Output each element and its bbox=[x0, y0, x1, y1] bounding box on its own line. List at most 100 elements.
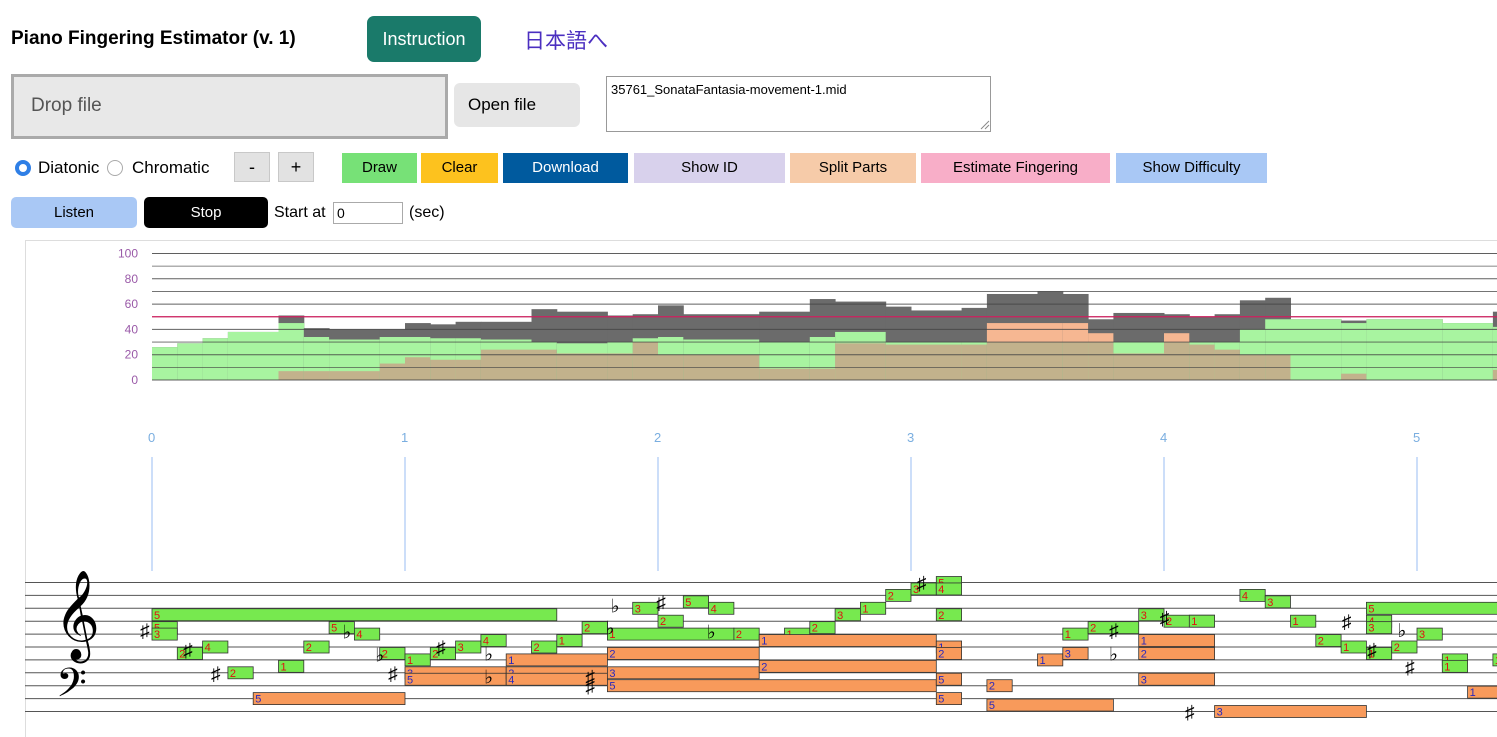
note-finger-label: 5 bbox=[331, 623, 337, 635]
note-finger-label: 1 bbox=[281, 661, 287, 673]
difficulty-left-hand-bar bbox=[556, 353, 608, 380]
note-finger-label: 3 bbox=[1217, 707, 1223, 719]
difficulty-left-hand-bar bbox=[961, 344, 988, 380]
note-finger-label: 3 bbox=[635, 603, 641, 615]
sharp-icon: ♯ bbox=[656, 593, 666, 614]
difficulty-y-tick-label: 100 bbox=[118, 247, 138, 261]
difficulty-left-excess-bar bbox=[1088, 333, 1114, 343]
left-hand-note bbox=[252, 692, 406, 705]
flat-icon: ♭ bbox=[484, 644, 493, 665]
note-finger-label: 2 bbox=[1318, 636, 1324, 648]
note-finger-label: 3 bbox=[1419, 629, 1425, 641]
timeline-label: 2 bbox=[654, 430, 661, 445]
flat-icon: ♭ bbox=[375, 646, 384, 667]
difficulty-right-hand-bar bbox=[1366, 319, 1443, 380]
note-finger-label: 3 bbox=[458, 642, 464, 654]
note-finger-label: 1 bbox=[559, 636, 565, 648]
timeline-label: 5 bbox=[1413, 430, 1420, 445]
difficulty-left-hand-bar bbox=[1214, 349, 1241, 380]
difficulty-left-hand-bar bbox=[480, 349, 532, 380]
timeline-label: 1 bbox=[401, 430, 408, 445]
sharp-icon: ♯ bbox=[585, 677, 595, 698]
note-finger-label: 1 bbox=[1444, 661, 1450, 673]
difficulty-left-hand-bar bbox=[809, 368, 836, 380]
flat-icon: ♭ bbox=[342, 623, 351, 644]
difficulty-y-tick-label: 20 bbox=[125, 348, 139, 362]
note-finger-label: 1 bbox=[1191, 616, 1197, 628]
sharp-icon: ♯ bbox=[917, 574, 927, 595]
difficulty-left-hand-bar bbox=[1341, 373, 1367, 380]
sharp-icon: ♯ bbox=[1160, 608, 1170, 629]
timeline-label: 3 bbox=[907, 430, 914, 445]
note-finger-label: 2 bbox=[1141, 648, 1147, 660]
note-finger-label: 3 bbox=[1065, 648, 1071, 660]
flat-icon: ♭ bbox=[1397, 621, 1406, 642]
left-hand-note bbox=[758, 659, 937, 673]
note-finger-label: 3 bbox=[1141, 610, 1147, 622]
difficulty-y-tick-label: 40 bbox=[125, 322, 139, 336]
difficulty-right-hand-bar bbox=[1442, 323, 1494, 380]
note-finger-label: 4 bbox=[356, 629, 362, 641]
left-hand-note bbox=[607, 679, 937, 693]
right-hand-note bbox=[151, 608, 558, 622]
difficulty-y-tick-label: 60 bbox=[125, 297, 139, 311]
note-finger-label: 3 bbox=[837, 610, 843, 622]
sharp-icon: ♯ bbox=[1342, 612, 1352, 633]
difficulty-left-hand-bar bbox=[986, 342, 1038, 380]
difficulty-left-hand-bar bbox=[1088, 342, 1114, 380]
flat-icon: ♭ bbox=[484, 668, 493, 689]
flat-icon: ♭ bbox=[707, 623, 716, 644]
flat-icon: ♭ bbox=[611, 597, 620, 618]
bass-clef-icon: 𝄢 bbox=[56, 662, 87, 715]
note-finger-label: 2 bbox=[1394, 642, 1400, 654]
left-hand-note bbox=[1138, 647, 1215, 660]
timeline-label: 0 bbox=[148, 430, 155, 445]
note-finger-label: 4 bbox=[508, 674, 514, 686]
difficulty-left-hand-bar bbox=[885, 344, 912, 380]
note-finger-label: 5 bbox=[407, 674, 413, 686]
note-finger-label: 5 bbox=[989, 700, 995, 712]
timeline-label: 4 bbox=[1160, 430, 1167, 445]
left-hand-note bbox=[505, 653, 608, 667]
difficulty-right-hand-bar bbox=[202, 338, 229, 380]
sharp-icon: ♯ bbox=[1109, 621, 1119, 642]
note-finger-label: 4 bbox=[938, 584, 944, 596]
note-finger-label: 4 bbox=[711, 603, 717, 615]
note-finger-label: 3 bbox=[154, 629, 160, 641]
note-finger-label: 1 bbox=[1293, 616, 1299, 628]
note-finger-label: 4 bbox=[205, 642, 211, 654]
difficulty-left-excess-bar bbox=[1037, 323, 1064, 343]
difficulty-right-hand-bar bbox=[177, 343, 204, 380]
note-finger-label: 1 bbox=[1343, 642, 1349, 654]
visualization-canvas: 100806040200012345𝄞𝄢55324212542123421213… bbox=[25, 247, 1497, 724]
note-finger-label: 2 bbox=[938, 610, 944, 622]
difficulty-left-hand-bar bbox=[1492, 369, 1497, 380]
difficulty-left-hand-bar bbox=[835, 343, 887, 380]
note-finger-label: 1 bbox=[1470, 687, 1476, 699]
difficulty-left-hand-bar bbox=[278, 371, 305, 380]
difficulty-right-hand-bar bbox=[152, 347, 178, 380]
sharp-icon: ♯ bbox=[1405, 657, 1415, 678]
difficulty-left-hand-bar bbox=[455, 359, 482, 380]
note-finger-label: 2 bbox=[230, 668, 236, 680]
note-finger-label: 1 bbox=[508, 655, 514, 667]
note-finger-label: 1 bbox=[1065, 629, 1071, 641]
flat-icon: ♭ bbox=[1109, 644, 1118, 665]
difficulty-left-hand-bar bbox=[303, 371, 330, 380]
note-finger-label: 2 bbox=[660, 616, 666, 628]
difficulty-left-hand-bar bbox=[329, 371, 381, 380]
note-finger-label: 1 bbox=[407, 655, 413, 667]
note-finger-label: 2 bbox=[736, 629, 742, 641]
sharp-icon: ♯ bbox=[1185, 703, 1195, 724]
difficulty-left-hand-bar bbox=[911, 344, 963, 380]
difficulty-left-excess-bar bbox=[986, 323, 1038, 343]
note-finger-label: 2 bbox=[888, 590, 894, 602]
note-finger-label: 3 bbox=[1141, 674, 1147, 686]
difficulty-left-hand-bar bbox=[632, 342, 659, 380]
note-finger-label: 2 bbox=[1090, 623, 1096, 635]
note-finger-label: 2 bbox=[989, 681, 995, 693]
left-hand-note bbox=[1138, 672, 1215, 686]
flat-icon: ♭ bbox=[606, 619, 615, 640]
treble-clef-icon: 𝄞 bbox=[54, 570, 100, 664]
left-hand-note bbox=[1214, 705, 1367, 718]
